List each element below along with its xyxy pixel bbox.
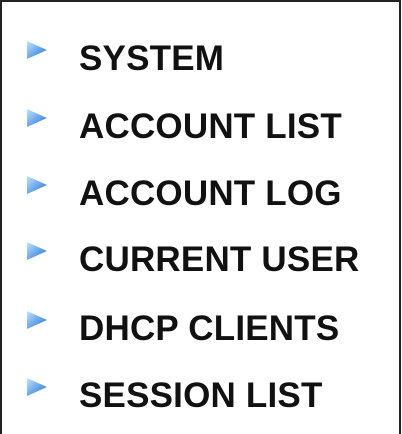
triangle-right-icon	[27, 109, 47, 127]
triangle-right-icon	[27, 378, 47, 396]
triangle-right-icon	[27, 242, 47, 260]
menu-item-label: SESSION LIST	[79, 376, 323, 415]
triangle-right-icon	[27, 311, 47, 329]
menu-item-label: ACCOUNT LIST	[79, 107, 342, 146]
menu-panel: SYSTEM ACCOUNT LIST ACCOUNT LOG CURRENT …	[0, 0, 401, 434]
menu-item-label: DHCP CLIENTS	[79, 309, 340, 348]
menu-item-label: ACCOUNT LOG	[79, 174, 342, 213]
triangle-right-icon	[27, 176, 47, 194]
menu-item-label: CURRENT USER	[79, 240, 360, 279]
menu-item-label: SYSTEM	[79, 39, 225, 78]
triangle-right-icon	[27, 41, 47, 59]
